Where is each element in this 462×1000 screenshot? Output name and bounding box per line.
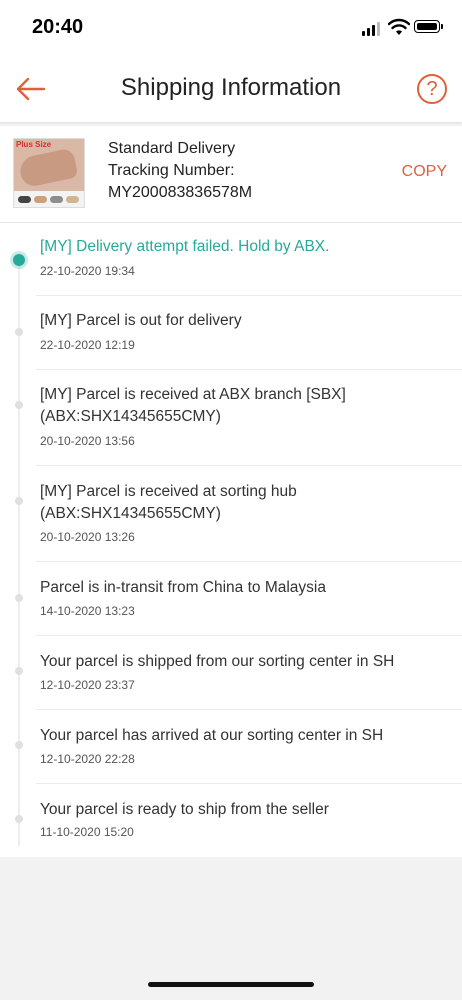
event-time: 22-10-2020 19:34 <box>40 264 135 278</box>
product-thumbnail: Plus Size <box>13 138 85 208</box>
event-title: Your parcel has arrived at our sorting c… <box>40 727 384 744</box>
timeline-dot-icon <box>15 497 23 505</box>
timeline-dot-icon <box>15 328 23 336</box>
cellular-signal-icon <box>362 22 382 36</box>
divider <box>36 783 462 784</box>
event-title: [MY] Delivery attempt failed. Hold by AB… <box>40 238 330 255</box>
thumbnail-label: Plus Size <box>16 140 52 149</box>
divider <box>36 369 462 370</box>
battery-icon <box>414 20 443 33</box>
timeline-dot-icon <box>15 401 23 409</box>
wifi-icon <box>388 18 410 35</box>
event-title: [MY] Parcel is out for delivery <box>40 312 242 329</box>
timeline-dot-icon <box>15 741 23 749</box>
divider <box>36 709 462 710</box>
event-time: 11-10-2020 15:20 <box>40 825 134 839</box>
delivery-type: Standard Delivery <box>108 140 236 157</box>
timeline-dot-icon <box>15 594 23 602</box>
divider <box>36 635 462 636</box>
event-title: Your parcel is ready to ship from the se… <box>40 801 329 818</box>
event-time: 12-10-2020 22:28 <box>40 752 135 766</box>
event-title: Your parcel is shipped from our sorting … <box>40 653 395 670</box>
tracking-timeline: [MY] Delivery attempt failed. Hold by AB… <box>0 223 462 857</box>
event-time: 14-10-2020 13:23 <box>40 604 135 618</box>
event-time: 20-10-2020 13:56 <box>40 434 135 448</box>
help-icon[interactable]: ? <box>417 74 447 104</box>
page-title: Shipping Information <box>120 74 342 101</box>
divider <box>36 561 462 562</box>
status-bar: 20:40 <box>0 0 462 56</box>
tracking-number: MY200083836578M <box>108 184 253 201</box>
divider <box>36 465 462 466</box>
event-title: [MY] Parcel is received at sorting hub (… <box>40 483 297 522</box>
timeline-dot-active-icon <box>13 254 25 266</box>
shipment-details: Standard Delivery Tracking Number: MY200… <box>108 138 252 204</box>
shipment-summary: Plus Size Standard Delivery Tracking Num… <box>0 126 462 223</box>
event-title: [MY] Parcel is received at ABX branch [S… <box>40 386 346 425</box>
divider <box>36 295 462 296</box>
timeline-line <box>18 260 20 846</box>
timeline-dot-icon <box>15 667 23 675</box>
home-indicator[interactable] <box>148 982 314 987</box>
event-time: 12-10-2020 23:37 <box>40 678 135 692</box>
navigation-bar: Shipping Information ? <box>0 56 462 122</box>
event-title: Parcel is in-transit from China to Malay… <box>40 579 326 596</box>
status-time: 20:40 <box>32 16 84 38</box>
tracking-label: Tracking Number: <box>108 162 235 179</box>
event-time: 20-10-2020 13:26 <box>40 530 135 544</box>
copy-button[interactable]: COPY <box>402 163 447 181</box>
event-time: 22-10-2020 12:19 <box>40 338 135 352</box>
timeline-dot-icon <box>15 815 23 823</box>
